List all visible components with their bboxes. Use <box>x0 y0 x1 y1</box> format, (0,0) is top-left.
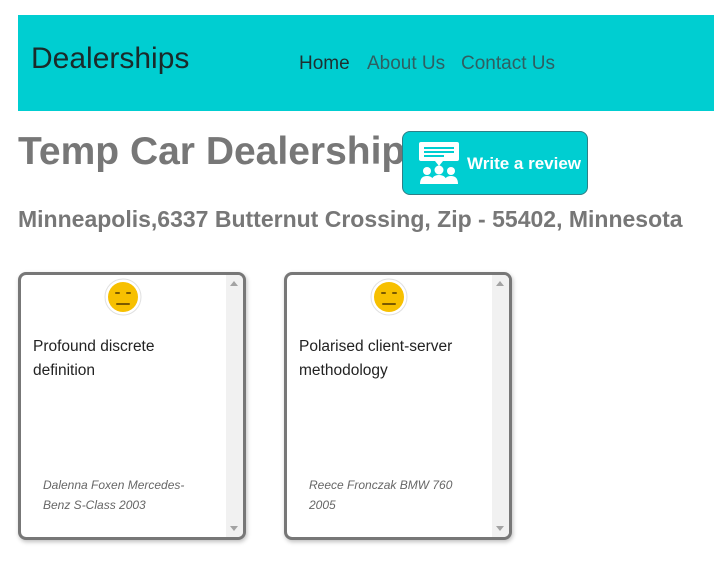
dealer-address: Minneapolis,6337 Butternut Crossing, Zip… <box>18 206 683 232</box>
navbar: Dealerships Home About Us Contact Us <box>18 15 714 111</box>
reviewer-car-info: Reece Fronczak BMW 760 2005 <box>309 478 453 512</box>
nav-link-about-us[interactable]: About Us <box>367 53 445 75</box>
review-text: Profound discrete definition <box>33 338 155 379</box>
review-text: Polarised client-server methodology <box>299 338 453 379</box>
write-review-button[interactable]: Write a review <box>402 131 588 195</box>
card-scrollbar[interactable] <box>492 275 509 537</box>
neutral-face-icon <box>370 278 408 316</box>
write-review-label: Write a review <box>467 154 582 173</box>
scroll-up-icon[interactable] <box>496 281 504 286</box>
dealer-name: Temp Car Dealership <box>18 130 406 173</box>
nav-link-home[interactable]: Home <box>299 53 350 75</box>
scroll-up-icon[interactable] <box>230 281 238 286</box>
scroll-down-icon[interactable] <box>230 526 238 531</box>
reviewer-car-info: Dalenna Foxen Mercedes-Benz S-Class 2003 <box>43 478 185 512</box>
review-chat-icon <box>419 142 459 184</box>
brand-logo[interactable]: Dealerships <box>31 42 189 76</box>
neutral-face-icon <box>104 278 142 316</box>
card-scrollbar[interactable] <box>226 275 243 537</box>
nav-link-contact-us[interactable]: Contact Us <box>461 53 555 75</box>
scroll-down-icon[interactable] <box>496 526 504 531</box>
review-card[interactable]: Polarised client-server methodology Reec… <box>284 272 512 540</box>
review-card[interactable]: Profound discrete definition Dalenna Fox… <box>18 272 246 540</box>
